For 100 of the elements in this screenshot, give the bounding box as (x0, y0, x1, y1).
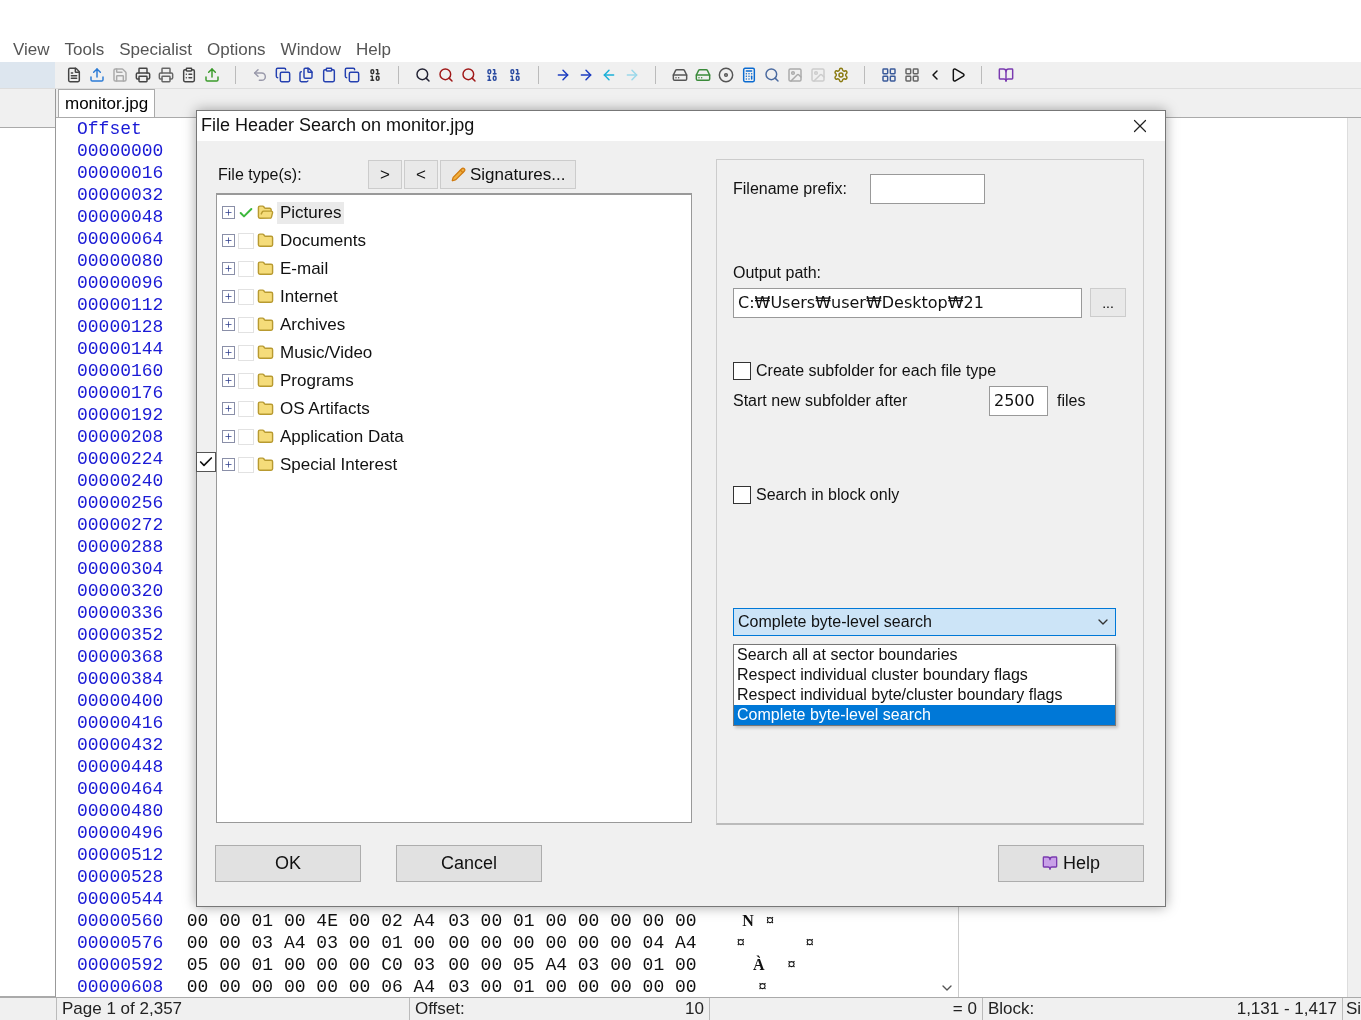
offset-cell-text: 00000096 (76, 273, 165, 293)
grid-icon (880, 67, 897, 83)
input-field[interactable]: 2500 (989, 385, 1048, 416)
file-tab[interactable]: monitor.jpg (58, 89, 156, 117)
offset-cell-text: 00000320 (76, 581, 165, 601)
tree-item[interactable]: Music/Video (277, 341, 376, 364)
menu-item[interactable]: Help (356, 40, 392, 60)
value-status: = 0 (952, 999, 977, 1019)
expand-icon[interactable] (222, 458, 235, 472)
text-cell-text: ¤ ¤ (735, 934, 817, 952)
grid-icon (903, 67, 920, 83)
field-label: Filename prefix: (733, 179, 848, 198)
hex-cell-text: 03 00 01 00 00 00 00 00 (448, 977, 698, 997)
offset-cell-text: 00000288 (76, 537, 165, 557)
status-text: Si (1344, 999, 1361, 1019)
offset-cell-text: 00000464 (76, 779, 165, 799)
hex-cell-text: 00 00 00 00 00 00 04 A4 (448, 933, 698, 953)
input-field[interactable] (870, 173, 985, 204)
expand-icon[interactable] (222, 374, 235, 388)
column-header: Offset (76, 119, 143, 139)
offset-cell-text: 00000480 (76, 801, 165, 821)
expand-icon[interactable] (222, 262, 235, 276)
tree-checkbox[interactable] (238, 232, 254, 249)
menu-item[interactable]: Options (207, 40, 266, 60)
hex-cell-text: 00 00 00 00 00 00 06 A4 (186, 977, 437, 997)
offset-cell-text: 00000000 (76, 141, 165, 161)
image-icon (809, 67, 826, 83)
offset-cell-text: 00000192 (76, 405, 165, 425)
menu-item[interactable]: Window (280, 40, 342, 60)
offset-cell-text: 00000208 (76, 427, 165, 447)
cancel-button[interactable]: Cancel (396, 844, 542, 882)
browse-button[interactable]: ... (1090, 288, 1126, 318)
hex-cell-text: 00 00 05 A4 03 00 01 00 (448, 955, 698, 975)
printer-icon (134, 67, 151, 83)
text-cell-text: À ¤ (752, 956, 798, 974)
expand-icon[interactable] (222, 290, 235, 304)
checkbox[interactable] (196, 452, 216, 472)
hex-cell-text: 05 00 01 00 00 00 C0 03 (186, 955, 437, 975)
search-mode-dropdown[interactable]: Complete byte-level search (733, 607, 1116, 636)
expand-icon[interactable] (222, 346, 235, 360)
tree-item[interactable]: Programs (277, 369, 357, 392)
tree-item[interactable]: Archives (277, 313, 349, 336)
offset-label: Offset: (414, 999, 465, 1019)
tree-checkbox[interactable] (238, 372, 254, 389)
tree-checkbox[interactable] (238, 456, 254, 473)
expand-icon[interactable] (222, 402, 235, 416)
folder-icon (257, 372, 274, 390)
text-cell-text: N ¤ (741, 912, 777, 930)
hex-cell-text: 00 00 03 A4 03 00 01 00 (186, 933, 437, 953)
checkbox[interactable] (733, 361, 751, 380)
tree-checkbox[interactable] (238, 288, 254, 305)
signatures-button[interactable]: Signatures... (440, 160, 577, 190)
tree-checkbox[interactable] (238, 344, 254, 361)
tree-item[interactable]: E-mail (277, 257, 332, 280)
help-button[interactable]: Help (998, 844, 1144, 882)
tree-item[interactable]: Documents (277, 229, 369, 252)
input-field[interactable]: C:₩Users₩user₩Desktop₩21 (733, 287, 1082, 318)
move-button[interactable]: < (404, 160, 438, 190)
offset-cell-text: 00000448 (76, 757, 165, 777)
offset-cell-text: 00000032 (76, 185, 165, 205)
menu-item[interactable]: Specialist (119, 40, 192, 60)
tree-item[interactable]: Application Data (277, 425, 407, 448)
offset-cell-text: 00000512 (76, 845, 165, 865)
tree-item[interactable]: Pictures (277, 201, 345, 224)
expand-icon[interactable] (222, 318, 235, 332)
expand-icon[interactable] (222, 430, 235, 444)
menu-item[interactable]: Tools (64, 40, 105, 60)
tree-checkbox[interactable] (238, 400, 254, 417)
tree-item[interactable]: OS Artifacts (277, 397, 373, 420)
tree-item[interactable]: Internet (277, 285, 341, 308)
offset-cell-text: 00000160 (76, 361, 165, 381)
tree-item[interactable]: Special Interest (277, 453, 401, 476)
expand-icon[interactable] (222, 206, 235, 220)
offset-cell-text: 00000496 (76, 823, 165, 843)
tree-checkbox[interactable] (238, 316, 254, 333)
offset-cell-text: 00000352 (76, 625, 165, 645)
hex-cell-text: 03 00 01 00 00 00 00 00 (448, 911, 698, 931)
folder-icon (257, 428, 274, 446)
dropdown-option[interactable]: Respect individual byte/cluster boundary flags (734, 684, 1115, 705)
offset-cell-text: 00000176 (76, 383, 165, 403)
pencil-icon (451, 167, 466, 183)
gear-icon (832, 67, 849, 83)
tree-checkbox[interactable] (238, 260, 254, 277)
offset-cell-text: 00000224 (76, 449, 165, 469)
move-button[interactable]: > (368, 160, 402, 190)
offset-cell-text: 00000304 (76, 559, 165, 579)
dropdown-option[interactable]: Respect individual cluster boundary flags (734, 664, 1115, 685)
upload-icon (203, 67, 220, 83)
text-cell-text: ¤ (757, 978, 769, 996)
offset-cell-text: 00000528 (76, 867, 165, 887)
tree-checkbox[interactable] (238, 428, 254, 445)
expand-icon[interactable] (222, 234, 235, 248)
menu-item[interactable]: View (13, 40, 50, 60)
checkbox[interactable] (733, 485, 751, 504)
ok-button[interactable]: OK (215, 844, 361, 882)
dropdown-option[interactable]: Complete byte-level search (734, 704, 1115, 725)
search-icon (763, 67, 780, 83)
calculator-icon (740, 67, 757, 83)
dropdown-option[interactable]: Search all at sector boundaries (734, 644, 1115, 665)
copy-icon (297, 67, 314, 83)
